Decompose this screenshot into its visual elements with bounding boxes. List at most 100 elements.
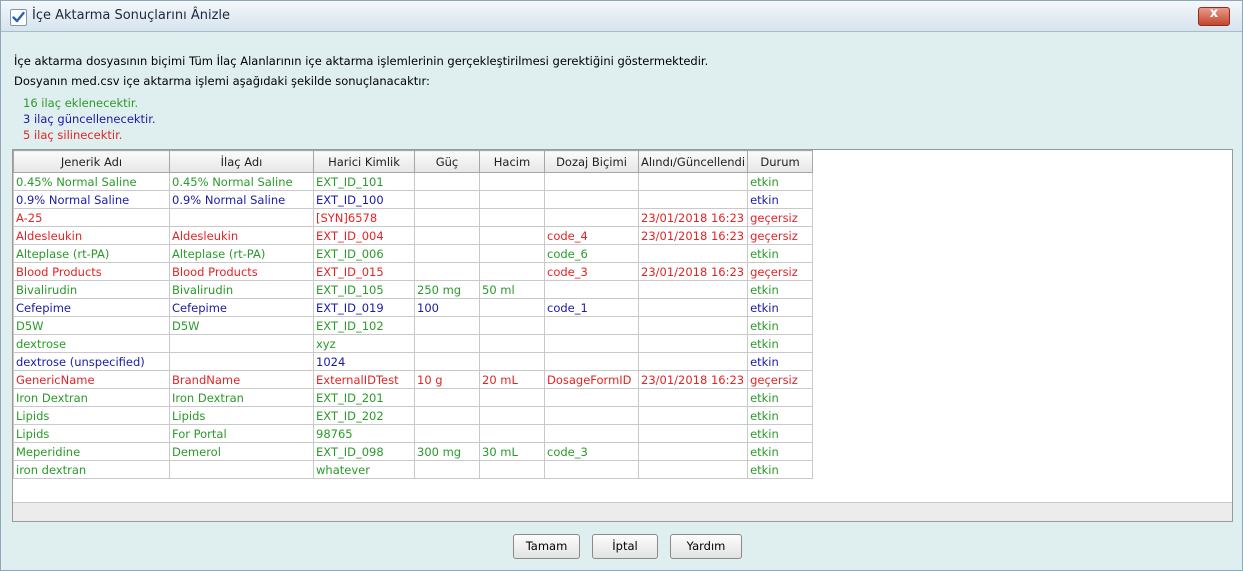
column-header-external-id[interactable]: Harici Kimlik: [313, 150, 415, 173]
cell-volume: [479, 424, 545, 443]
cell-status: geçersiz: [747, 262, 814, 281]
cell-status: geçersiz: [747, 226, 814, 245]
summary-deleted: 5 ilaç silinecektir.: [23, 128, 123, 142]
cancel-button[interactable]: İptal: [592, 534, 658, 559]
checkmark-icon: [10, 9, 27, 26]
cell-strength: [414, 460, 480, 479]
table-row[interactable]: Alteplase (rt-PA) Alteplase (rt-PA) EXT_ID…: [13, 244, 814, 263]
ok-button[interactable]: Tamam: [513, 534, 580, 559]
column-header-received-updated[interactable]: Alındı/Güncellendi: [637, 150, 749, 173]
results-table-panel[interactable]: Jenerik Adı İlaç Adı Harici Kimlik Güç Hacim…: [12, 149, 1233, 522]
cell-dosage-form: [544, 460, 639, 479]
cell-dosage-form: [544, 352, 639, 371]
cell-external-id: EXT_ID_004: [313, 226, 415, 245]
cell-generic-name: Bivalirudin: [13, 280, 170, 299]
cell-status: etkin: [747, 334, 814, 353]
table-row[interactable]: Lipids Lipids EXT_ID_202 etkin: [13, 406, 814, 425]
close-button[interactable]: x: [1198, 6, 1230, 26]
cell-external-id: ExternalIDTest: [313, 370, 415, 389]
cell-external-id: EXT_ID_105: [313, 280, 415, 299]
cell-received-updated: 23/01/2018 16:23: [637, 226, 749, 245]
cell-status: etkin: [747, 424, 814, 443]
result-message: Dosyanın med.csv içe aktarma işlemi aşağ…: [14, 74, 430, 88]
column-header-generic-name[interactable]: Jenerik Adı: [13, 150, 170, 173]
cell-drug-name: Alteplase (rt-PA): [169, 244, 314, 263]
cell-external-id: [SYN]6578: [313, 208, 415, 227]
cell-external-id: EXT_ID_098: [313, 442, 415, 461]
cell-drug-name: Demerol: [169, 442, 314, 461]
cell-generic-name: A-25: [13, 208, 170, 227]
cell-drug-name: [169, 334, 314, 353]
cell-dosage-form: DosageFormID: [544, 370, 639, 389]
cell-generic-name: Iron Dextran: [13, 388, 170, 407]
cell-generic-name: 0.45% Normal Saline: [13, 172, 170, 191]
cell-dosage-form: code_6: [544, 244, 639, 263]
cell-volume: [479, 262, 545, 281]
cell-status: etkin: [747, 172, 814, 191]
column-header-dosage-form[interactable]: Dozaj Biçimi: [544, 150, 639, 173]
cell-strength: [414, 316, 480, 335]
cell-generic-name: 0.9% Normal Saline: [13, 190, 170, 209]
cell-drug-name: [169, 460, 314, 479]
cell-status: etkin: [747, 460, 814, 479]
table-row[interactable]: Meperidine Demerol EXT_ID_098 300 mg 30 mL co…: [13, 442, 814, 461]
column-header-drug-name[interactable]: İlaç Adı: [169, 150, 314, 173]
cell-volume: [479, 190, 545, 209]
cell-received-updated: [637, 334, 749, 353]
table-row[interactable]: 0.45% Normal Saline 0.45% Normal Saline EX…: [13, 172, 814, 191]
cell-external-id: EXT_ID_006: [313, 244, 415, 263]
table-row[interactable]: Aldesleukin Aldesleukin EXT_ID_004 code_4 23…: [13, 226, 814, 245]
cell-strength: [414, 190, 480, 209]
cell-strength: [414, 208, 480, 227]
cell-strength: 300 mg: [414, 442, 480, 461]
cell-dosage-form: [544, 280, 639, 299]
table-row[interactable]: 0.9% Normal Saline 0.9% Normal Saline EXT_…: [13, 190, 814, 209]
cell-drug-name: Aldesleukin: [169, 226, 314, 245]
window-title: İçe Aktarma Sonuçlarını Ânizle: [32, 8, 231, 23]
cell-volume: [479, 226, 545, 245]
cell-external-id: 98765: [313, 424, 415, 443]
table-row[interactable]: dextrose xyz etkin: [13, 334, 814, 353]
cell-status: etkin: [747, 352, 814, 371]
cell-external-id: EXT_ID_201: [313, 388, 415, 407]
table-row[interactable]: Bivalirudin Bivalirudin EXT_ID_105 250 mg 50…: [13, 280, 814, 299]
cell-generic-name: Meperidine: [13, 442, 170, 461]
cell-dosage-form: code_3: [544, 262, 639, 281]
table-row[interactable]: Lipids For Portal 98765 etkin: [13, 424, 814, 443]
cell-drug-name: Bivalirudin: [169, 280, 314, 299]
summary-added: 16 ilaç eklenecektir.: [23, 96, 139, 110]
table-row[interactable]: iron dextran whatever etkin: [13, 460, 814, 479]
title-bar: İçe Aktarma Sonuçlarını Ânizle x: [1, 1, 1242, 32]
cell-strength: [414, 262, 480, 281]
cell-received-updated: [637, 190, 749, 209]
cell-drug-name: 0.45% Normal Saline: [169, 172, 314, 191]
cell-received-updated: 23/01/2018 16:23: [637, 262, 749, 281]
table-row[interactable]: D5W D5W EXT_ID_102 etkin: [13, 316, 814, 335]
cell-strength: 100: [414, 298, 480, 317]
cell-status: etkin: [747, 388, 814, 407]
table-row[interactable]: Blood Products Blood Products EXT_ID_015 co…: [13, 262, 814, 281]
cell-generic-name: GenericName: [13, 370, 170, 389]
cell-external-id: xyz: [313, 334, 415, 353]
cell-volume: [479, 172, 545, 191]
cell-external-id: EXT_ID_100: [313, 190, 415, 209]
cell-dosage-form: [544, 406, 639, 425]
cell-volume: [479, 316, 545, 335]
cell-generic-name: D5W: [13, 316, 170, 335]
cell-generic-name: dextrose: [13, 334, 170, 353]
cell-received-updated: 23/01/2018 16:23: [637, 208, 749, 227]
column-header-strength[interactable]: Güç: [414, 150, 480, 173]
table-row[interactable]: A-25 [SYN]6578 23/01/2018 16:23 geçersiz: [13, 208, 814, 227]
table-row[interactable]: dextrose (unspecified) 1024 etkin: [13, 352, 814, 371]
column-header-volume[interactable]: Hacim: [479, 150, 545, 173]
cell-received-updated: [637, 424, 749, 443]
cell-status: etkin: [747, 190, 814, 209]
cell-drug-name: 0.9% Normal Saline: [169, 190, 314, 209]
table-row[interactable]: GenericName BrandName ExternalIDTest 10 g 20…: [13, 370, 814, 389]
cell-generic-name: iron dextran: [13, 460, 170, 479]
table-row[interactable]: Iron Dextran Iron Dextran EXT_ID_201 etkin: [13, 388, 814, 407]
column-header-status[interactable]: Durum: [747, 150, 814, 173]
help-button[interactable]: Yardım: [670, 534, 742, 559]
table-row[interactable]: Cefepime Cefepime EXT_ID_019 100 code_1 etkin: [13, 298, 814, 317]
cell-volume: [479, 244, 545, 263]
